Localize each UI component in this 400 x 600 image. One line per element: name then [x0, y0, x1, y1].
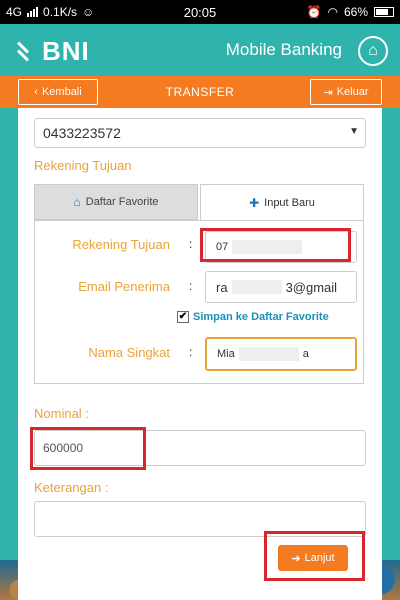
dest-account-label: Rekening Tujuan: [72, 237, 170, 252]
home-icon: ⌂: [368, 42, 378, 59]
transfer-form: 0433223572 ▼ Rekening Tujuan ⌂ Daftar Fa…: [18, 108, 382, 600]
colon: :: [189, 279, 193, 293]
email-value-start: ra: [216, 279, 228, 295]
plus-icon: ✚: [249, 195, 260, 210]
nominal-label: Nominal :: [34, 406, 89, 421]
redacted-text: [231, 280, 282, 294]
tab-favorite[interactable]: ⌂ Daftar Favorite: [34, 184, 198, 220]
logout-button[interactable]: ⇥ Keluar: [310, 79, 382, 105]
logout-icon: ⇥: [323, 86, 333, 99]
colon: :: [189, 345, 193, 359]
checkmark-icon: ✔: [177, 311, 189, 323]
highlight-continue: [264, 531, 365, 581]
logout-label: Keluar: [336, 86, 369, 98]
tab-input-new-label: Input Baru: [264, 196, 315, 209]
save-favorite-label: Simpan ke Daftar Favorite: [193, 311, 329, 323]
status-bar: 4G 0.1K/s ☺ 20:05 ⏰ ◠ 66%: [0, 0, 400, 24]
email-label: Email Penerima: [78, 279, 170, 294]
home-button[interactable]: ⌂: [358, 36, 388, 66]
bni-logo: BNI: [16, 36, 90, 67]
colon: :: [189, 237, 193, 251]
highlight-dest-account: [200, 228, 351, 262]
nickname-value-end: a: [302, 348, 309, 360]
tab-favorite-label: Daftar Favorite: [85, 196, 159, 208]
bni-logo-icon: [16, 40, 38, 63]
save-favorite-checkbox[interactable]: ✔ Simpan ke Daftar Favorite: [177, 311, 329, 323]
source-account-select[interactable]: 0433223572 ▼: [34, 118, 366, 148]
section-title: Rekening Tujuan: [34, 158, 132, 173]
highlight-nominal: [30, 427, 146, 470]
nickname-label: Nama Singkat: [88, 345, 170, 360]
clock: 20:05: [183, 4, 217, 20]
nickname-value-start: Mia: [217, 348, 235, 360]
note-label: Keterangan :: [34, 480, 109, 495]
app-header: BNI Mobile Banking ⌂: [0, 24, 400, 76]
account-tabs: ⌂ Daftar Favorite ✚ Input Baru: [34, 184, 364, 220]
email-value-end: 3@gmail: [285, 279, 338, 295]
app-title: Mobile Banking: [225, 40, 342, 59]
battery-icon: [374, 7, 394, 17]
brand-name: BNI: [42, 36, 90, 66]
tab-input-new[interactable]: ✚ Input Baru: [200, 184, 364, 220]
nav-bar: ‹ Kembali TRANSFER ⇥ Keluar: [0, 76, 400, 108]
source-account-value: 0433223572: [43, 125, 121, 141]
email-field[interactable]: ra 3@gmail: [205, 271, 357, 303]
redacted-text: [238, 347, 299, 361]
chevron-down-icon: ▼: [349, 126, 359, 137]
nickname-field[interactable]: Mia a: [205, 337, 357, 371]
home-icon: ⌂: [73, 195, 81, 209]
